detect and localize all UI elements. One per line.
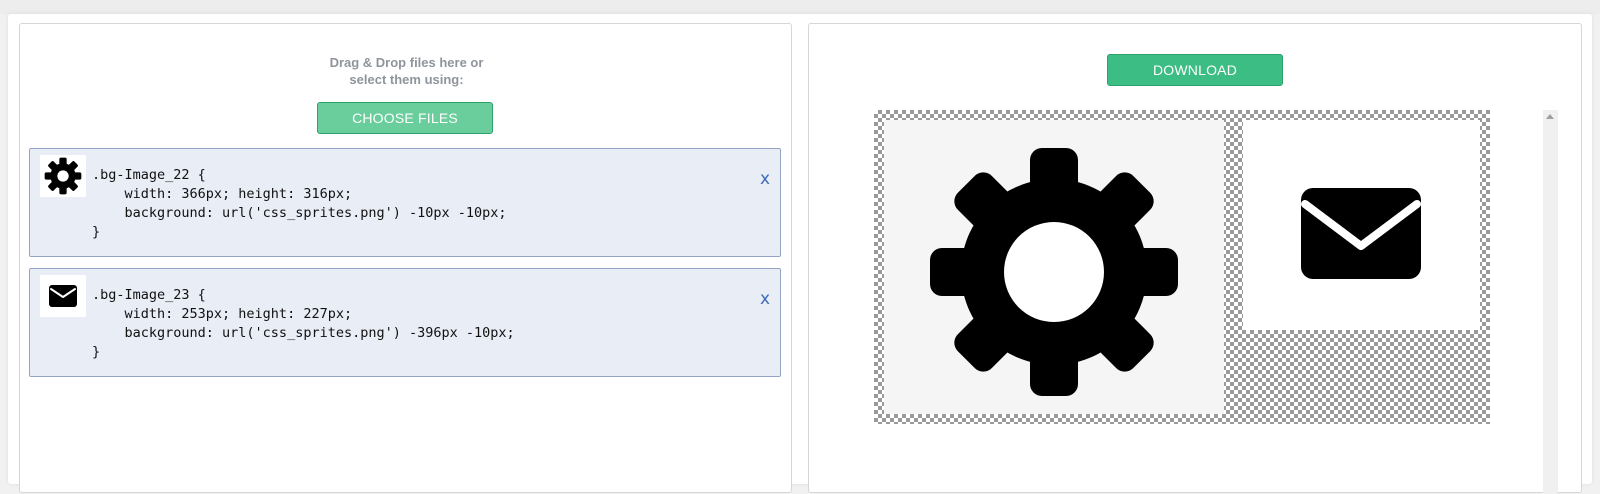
drag-drop-line-2: select them using:: [349, 72, 464, 87]
sprite-css-code: .bg-Image_23 { width: 253px; height: 227…: [92, 287, 515, 360]
scroll-up-icon[interactable]: [1546, 114, 1554, 119]
sprite-thumbnail: [40, 155, 86, 197]
drag-drop-instructions: Drag & Drop files here or select them us…: [20, 54, 793, 88]
sprite-envelope-image: [1243, 120, 1480, 330]
sprite-thumbnail: [40, 275, 86, 317]
sprite-css-code: .bg-Image_22 { width: 366px; height: 316…: [92, 167, 507, 240]
remove-item-button[interactable]: x: [760, 169, 770, 189]
sprite-preview: [874, 110, 1490, 424]
top-bar: [0, 0, 1600, 14]
download-button[interactable]: DOWNLOAD: [1107, 54, 1283, 86]
choose-files-button[interactable]: CHOOSE FILES: [317, 102, 493, 134]
sprite-item: .bg-Image_22 { width: 366px; height: 316…: [29, 148, 781, 257]
output-panel: DOWNLOAD: [808, 23, 1582, 494]
sprite-gear-image: [884, 120, 1224, 414]
envelope-icon: [49, 285, 77, 307]
upload-panel: Drag & Drop files here or select them us…: [19, 23, 792, 493]
gear-icon: [930, 148, 1178, 396]
envelope-icon: [1301, 188, 1421, 279]
remove-item-button[interactable]: x: [760, 289, 770, 309]
gear-icon: [44, 157, 82, 195]
preview-scrollbar[interactable]: [1543, 110, 1558, 494]
sprite-item: .bg-Image_23 { width: 253px; height: 227…: [29, 268, 781, 377]
drag-drop-line-1: Drag & Drop files here or: [329, 55, 484, 70]
